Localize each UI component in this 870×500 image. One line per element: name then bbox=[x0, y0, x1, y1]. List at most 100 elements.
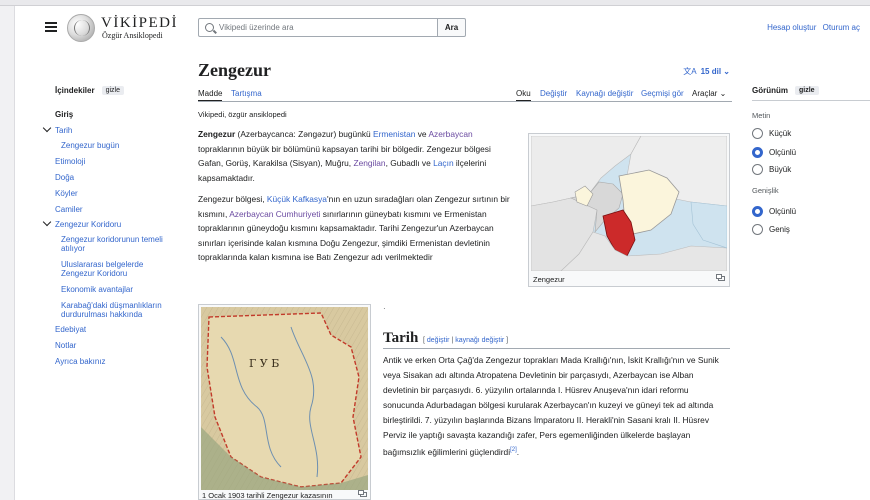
text-size-small[interactable]: Küçük bbox=[752, 128, 791, 139]
appearance-hide-button[interactable]: gizle bbox=[795, 86, 819, 95]
chevron-down-icon: ⌄ bbox=[719, 89, 727, 98]
location-map-figure: Zengezur bbox=[528, 133, 730, 287]
width-label: Genişlik bbox=[752, 186, 779, 195]
article-subject: Zengezur bbox=[198, 129, 236, 139]
radio-label: Küçük bbox=[769, 129, 792, 138]
tools-menu[interactable]: Araçlar ⌄ bbox=[692, 89, 726, 98]
language-count: 15 dil bbox=[700, 67, 722, 76]
tab-edit[interactable]: Değiştir bbox=[540, 89, 567, 98]
user-links: Hesap oluştur Oturum aç bbox=[763, 23, 860, 32]
text: ve bbox=[415, 129, 429, 139]
radio-button[interactable] bbox=[752, 224, 763, 235]
toc-item-camiler[interactable]: Camiler bbox=[55, 205, 83, 214]
toc-item-koridor-temeli[interactable]: Zengezur koridorunun temeli atılıyor bbox=[61, 235, 171, 253]
toc-item-giris[interactable]: Giriş bbox=[55, 110, 73, 119]
section-edit-source-link[interactable]: kaynağı değiştir bbox=[455, 337, 504, 344]
toc-item-etimoloji[interactable]: Etimoloji bbox=[55, 157, 85, 166]
link-azerbaycan[interactable]: Azerbaycan bbox=[428, 129, 472, 139]
toc-item-tarih[interactable]: Tarih bbox=[55, 126, 72, 135]
width-wide[interactable]: Geniş bbox=[752, 224, 790, 235]
width-standard[interactable]: Olçünlü bbox=[752, 206, 796, 217]
history-paragraph: Antik ve erken Orta Çağ'da Zengezur topr… bbox=[383, 353, 731, 460]
toc-item-zengezur-koridoru[interactable]: Zengezur Koridoru bbox=[55, 220, 121, 229]
text-size-large[interactable]: Büyük bbox=[752, 164, 791, 175]
toc-item-ekonomik-avantajlar[interactable]: Ekonomik avantajlar bbox=[61, 285, 171, 294]
site-header: VİKİPEDİ Özgür Ansiklopedi Ara Hesap olu… bbox=[15, 6, 870, 50]
radio-label: Geniş bbox=[769, 225, 790, 234]
appearance-title: Görünüm bbox=[752, 86, 788, 95]
text: Antik ve erken Orta Çağ'da Zengezur topr… bbox=[383, 355, 719, 457]
chevron-down-icon: ⌄ bbox=[723, 67, 730, 76]
tab-article[interactable]: Madde bbox=[198, 89, 223, 101]
toc-item-edebiyat[interactable]: Edebiyat bbox=[55, 325, 86, 334]
map-graphic bbox=[531, 136, 727, 271]
language-button[interactable]: 文A 15 dil ⌄ bbox=[683, 66, 730, 77]
text-size-label: Metin bbox=[752, 111, 771, 120]
historical-map-figure: Г У Б 1 Ocak 1903 tarihli Zengezur kazas… bbox=[198, 304, 371, 500]
section-edit-link[interactable]: değiştir bbox=[427, 337, 450, 344]
chevron-down-icon[interactable] bbox=[42, 123, 52, 133]
historical-map-graphic: Г У Б bbox=[201, 307, 368, 490]
link-ermenistan[interactable]: Ermenistan bbox=[373, 129, 415, 139]
toc-item-ayrica-bakiniz[interactable]: Ayrıca bakınız bbox=[55, 357, 106, 366]
separator-dot: · bbox=[383, 304, 386, 313]
toc-item-notlar[interactable]: Notlar bbox=[55, 341, 76, 350]
tab-history[interactable]: Geçmişi gör bbox=[641, 89, 684, 98]
text: (Azerbaycanca: Zəngəzur) bugünkü bbox=[235, 129, 374, 139]
historical-map[interactable]: Г У Б bbox=[201, 307, 368, 490]
enlarge-icon[interactable] bbox=[358, 490, 367, 497]
text: , Gubadlı ve bbox=[385, 158, 434, 169]
toc-item-zengezur-bugun[interactable]: Zengezur bugün bbox=[61, 141, 171, 150]
toc-item-karabag[interactable]: Karabağ'daki düşmanlıkların durdurulması… bbox=[61, 301, 171, 319]
search-button[interactable]: Ara bbox=[438, 18, 466, 37]
radio-button-selected[interactable] bbox=[752, 206, 763, 217]
bracket: ] bbox=[504, 337, 509, 344]
enlarge-icon[interactable] bbox=[716, 274, 725, 281]
left-gutter bbox=[0, 6, 15, 500]
tools-label: Araçlar bbox=[692, 89, 718, 98]
main-menu-icon[interactable] bbox=[45, 22, 57, 32]
wikipedia-globe-icon[interactable] bbox=[67, 14, 95, 42]
toc-item-doga[interactable]: Doğa bbox=[55, 173, 74, 182]
link-azerbaycan-cumhuriyeti[interactable]: Azerbaycan Cumhuriyeti bbox=[229, 209, 320, 219]
chevron-down-icon[interactable] bbox=[42, 217, 52, 227]
reference-link[interactable]: [2] bbox=[510, 447, 517, 453]
login-link[interactable]: Oturum aç bbox=[823, 23, 860, 32]
section-divider bbox=[383, 348, 730, 349]
map-caption: Zengezur bbox=[533, 275, 565, 284]
radio-label: Olçünlü bbox=[769, 148, 797, 157]
historical-map-caption: 1 Ocak 1903 tarihli Zengezur kazasının bbox=[202, 491, 333, 500]
translate-icon: 文A bbox=[683, 67, 697, 76]
location-map[interactable] bbox=[531, 136, 727, 271]
toc-hide-button[interactable]: gizle bbox=[101, 86, 124, 95]
radio-button[interactable] bbox=[752, 128, 763, 139]
toc-item-koyler[interactable]: Köyler bbox=[55, 189, 78, 198]
search-input[interactable] bbox=[219, 21, 434, 34]
radio-button[interactable] bbox=[752, 164, 763, 175]
toc-item-uluslararasi-belgeler[interactable]: Uluslararası belgelerde Zengezur Koridor… bbox=[61, 260, 171, 278]
text: Zengezur bölgesi, bbox=[198, 194, 267, 204]
text: . bbox=[516, 446, 520, 457]
table-of-contents: İçindekiler gizle Giriş Tarih Zengezur b… bbox=[42, 86, 175, 366]
site-sub: Vikipedi, özgür ansiklopedi bbox=[198, 110, 287, 119]
page-title: Zengezur bbox=[198, 60, 271, 80]
intro-paragraph: Zengezur (Azerbaycanca: Zəngəzur) bugünk… bbox=[198, 127, 518, 185]
appearance-divider bbox=[752, 100, 870, 101]
tab-edit-source[interactable]: Kaynağı değiştir bbox=[576, 89, 633, 98]
radio-label: Olçünlü bbox=[769, 207, 797, 216]
wordmark[interactable]: VİKİPEDİ bbox=[101, 15, 178, 32]
section-heading-tarih: Tarih bbox=[383, 330, 419, 346]
link-zengilan[interactable]: Zengilan bbox=[353, 158, 385, 168]
create-account-link[interactable]: Hesap oluştur bbox=[767, 23, 816, 32]
search-box[interactable] bbox=[198, 18, 438, 37]
radio-button-selected[interactable] bbox=[752, 147, 763, 158]
map-lettering: Г У Б bbox=[249, 357, 279, 370]
link-lacin[interactable]: Laçın bbox=[433, 158, 454, 168]
logo-tagline: Özgür Ansiklopedi bbox=[102, 31, 163, 40]
tab-talk[interactable]: Tartışma bbox=[231, 89, 262, 98]
tab-read[interactable]: Oku bbox=[516, 89, 531, 101]
link-kucuk-kafkasya[interactable]: Küçük Kafkasya bbox=[267, 194, 327, 204]
search-icon bbox=[205, 23, 214, 32]
text-size-standard[interactable]: Olçünlü bbox=[752, 147, 796, 158]
toc-title: İçindekiler bbox=[55, 86, 95, 95]
